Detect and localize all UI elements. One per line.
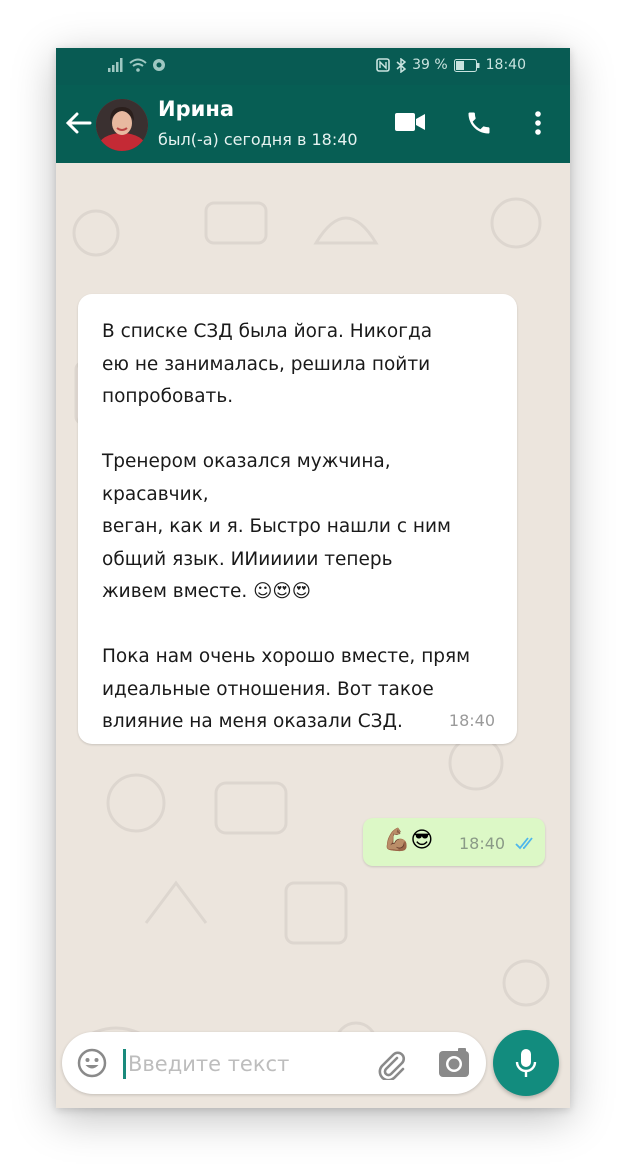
read-receipt-icon — [515, 837, 533, 850]
sync-icon — [153, 59, 165, 71]
more-vert-icon[interactable] — [530, 109, 546, 137]
avatar[interactable] — [96, 99, 148, 151]
video-call-icon[interactable] — [394, 109, 426, 135]
mic-icon — [515, 1049, 537, 1077]
phone-icon[interactable] — [465, 109, 493, 137]
back-arrow-icon[interactable] — [64, 105, 96, 141]
status-time: 18:40 — [485, 57, 526, 73]
nfc-icon — [376, 58, 390, 72]
message-time: 18:40 — [448, 711, 495, 730]
status-bar: 39 % 18:40 — [56, 48, 570, 85]
emoji-icon[interactable] — [76, 1047, 108, 1079]
outgoing-message-bubble[interactable]: 💪🏽😎 18:40 — [363, 818, 545, 866]
voice-record-button[interactable] — [493, 1030, 559, 1096]
battery-icon — [453, 58, 480, 72]
avatar-image — [96, 99, 148, 151]
contact-name[interactable]: Ирина — [158, 97, 234, 121]
message-time: 18:40 — [459, 834, 506, 853]
message-input[interactable] — [126, 1042, 360, 1086]
signal-icon — [108, 58, 123, 72]
battery-percent: 39 % — [412, 57, 448, 73]
attach-icon[interactable] — [375, 1048, 407, 1080]
message-text: В списке СЗД была йога. Никогда ею не за… — [102, 321, 471, 732]
bluetooth-icon — [396, 57, 407, 73]
camera-icon[interactable] — [438, 1048, 470, 1078]
incoming-message-bubble[interactable]: В списке СЗД была йога. Никогда ею не за… — [78, 294, 517, 744]
message-text: 💪🏽😎 — [383, 828, 434, 853]
last-seen-status: был(-а) сегодня в 18:40 — [158, 130, 358, 149]
chat-header: Ирина был(-а) сегодня в 18:40 — [56, 85, 570, 163]
phone-screen: 39 % 18:40 Ирина был(-а) сегодня в 18:40 — [56, 48, 570, 1108]
wifi-icon — [129, 58, 147, 72]
message-composer — [62, 1032, 486, 1094]
